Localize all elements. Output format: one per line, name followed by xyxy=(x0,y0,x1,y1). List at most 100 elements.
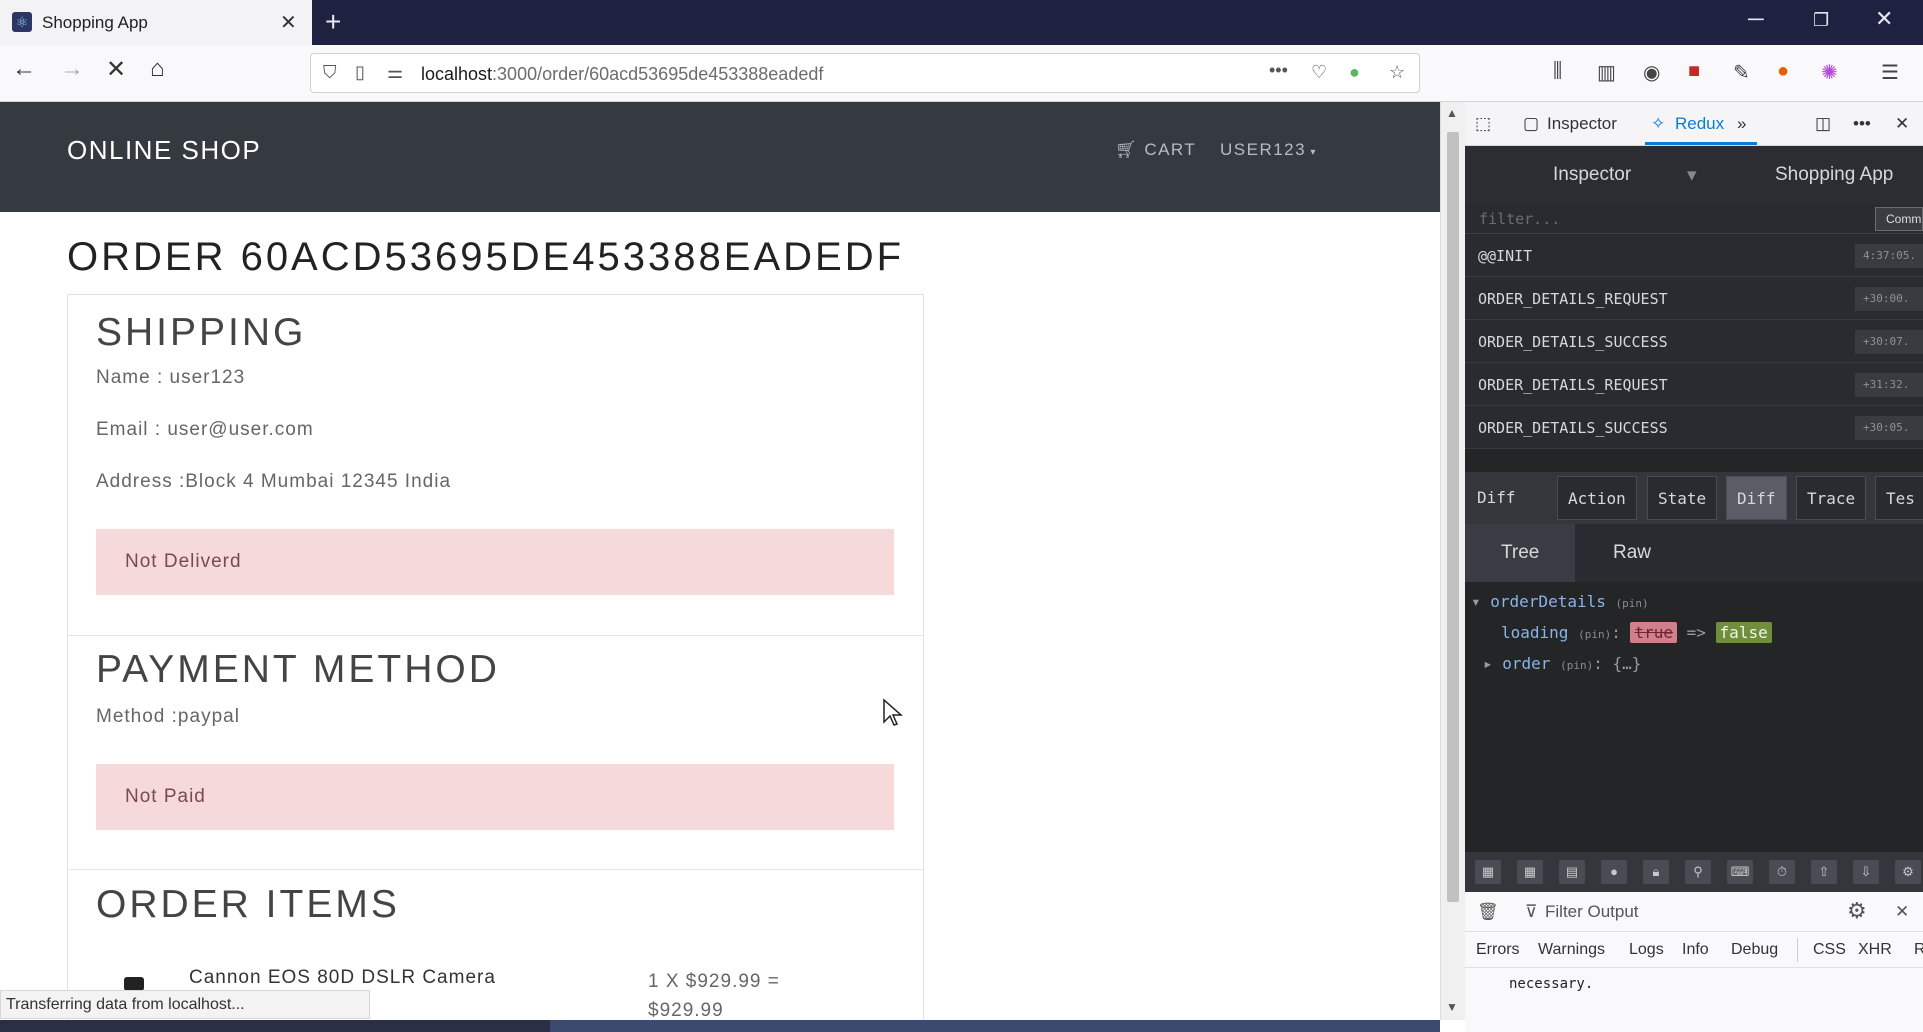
page-actions-icon[interactable]: ••• xyxy=(1269,60,1288,81)
filter-warnings[interactable]: Warnings xyxy=(1535,941,1608,959)
restore-window-icon[interactable]: ❐ xyxy=(1813,10,1829,31)
url-bar[interactable]: ⛉ ▯ ⚌ localhost:3000/order/60acd53695de4… xyxy=(310,53,1420,93)
trash-icon[interactable]: 🗑︎ xyxy=(1477,902,1499,922)
tab-state[interactable]: State xyxy=(1647,476,1718,520)
action-list-item[interactable]: ORDER_DETAILS_REQUEST +31:32. xyxy=(1465,363,1923,406)
record-icon[interactable]: ● xyxy=(1601,860,1627,884)
lock-icon[interactable]: 🔒︎ xyxy=(1643,860,1669,884)
page-info-icon[interactable]: ▯ xyxy=(355,62,365,83)
devtools-toolbar: ⬚ ▢ Inspector ✧ Redux » ◫ ••• ✕ xyxy=(1465,102,1923,146)
extension-orange-icon[interactable]: ● xyxy=(1777,60,1789,83)
sidebar-icon[interactable]: ▥ xyxy=(1597,60,1616,85)
action-list-item[interactable]: ORDER_DETAILS_SUCCESS +30:05. xyxy=(1465,406,1923,449)
bookmark-star-icon[interactable]: ☆ xyxy=(1389,62,1405,83)
tab-test[interactable]: Tes xyxy=(1875,476,1923,520)
scroll-up-icon[interactable]: ▲ xyxy=(1446,106,1458,120)
close-tab-button[interactable]: ✕ xyxy=(280,10,297,35)
minimize-window-icon[interactable]: ─ xyxy=(1748,6,1764,32)
remote-icon[interactable]: ⚙ xyxy=(1895,860,1921,884)
site-header: ONLINE SHOP 🛒︎ CART USER123 ▾ xyxy=(0,102,1440,212)
library-icon[interactable]: ⫼ xyxy=(1553,60,1562,83)
extension-icon[interactable]: ● xyxy=(1349,62,1360,83)
pick-element-icon[interactable]: ⬚ xyxy=(1475,114,1491,134)
filter-xhr[interactable]: XHR xyxy=(1855,941,1895,959)
back-arrow-icon[interactable]: ← xyxy=(12,55,36,83)
delivery-status-alert: Not Deliverd xyxy=(96,529,894,595)
browser-titlebar: ⚛ Shopping App ✕ + ─ ❐ ✕ xyxy=(0,0,1923,45)
filter-requests[interactable]: R xyxy=(1911,941,1923,959)
cart-link[interactable]: 🛒︎ CART xyxy=(1115,140,1196,160)
view-tab-tree[interactable]: Tree xyxy=(1465,524,1576,582)
action-list-item[interactable]: @@INIT 4:37:05. xyxy=(1465,234,1923,277)
filter-errors[interactable]: Errors xyxy=(1473,941,1523,959)
action-list-item[interactable]: ORDER_DETAILS_REQUEST +30:00. xyxy=(1465,277,1923,320)
stop-loading-icon[interactable]: ✕ xyxy=(106,55,126,84)
console-filter-input[interactable]: Filter Output xyxy=(1545,902,1639,922)
action-filter-input[interactable]: filter... xyxy=(1479,210,1560,228)
timer-icon[interactable]: ⏱ xyxy=(1769,860,1795,884)
commit-button[interactable]: Comm xyxy=(1875,207,1923,231)
shield-icon[interactable]: ⛉ xyxy=(323,62,337,83)
more-tabs-icon[interactable]: » xyxy=(1737,114,1746,134)
eyedropper-icon[interactable]: ✎ xyxy=(1733,60,1750,85)
monitor-select[interactable]: Inspector xyxy=(1553,164,1631,186)
action-list-item[interactable]: ORDER_DETAILS_SUCCESS +30:07. xyxy=(1465,320,1923,363)
right-monitor-icon[interactable]: ▦ xyxy=(1517,860,1543,884)
page-scrollbar[interactable]: ▲ ▼ xyxy=(1440,102,1465,1020)
bottom-monitor-icon[interactable]: ▤ xyxy=(1559,860,1585,884)
brand-link[interactable]: ONLINE SHOP xyxy=(67,135,261,166)
close-window-icon[interactable]: ✕ xyxy=(1875,6,1893,32)
home-icon[interactable]: ⌂ xyxy=(150,55,165,83)
pocket-icon[interactable]: ♡ xyxy=(1311,62,1327,83)
filter-icon: ⊽ xyxy=(1525,902,1538,921)
active-tab-underline xyxy=(1645,142,1757,145)
close-console-icon[interactable]: ✕ xyxy=(1895,902,1909,922)
order-item-name[interactable]: Cannon EOS 80D DSLR Camera xyxy=(189,967,496,989)
upload-icon[interactable]: ⇧ xyxy=(1811,860,1837,884)
color-wheel-icon[interactable]: ✺ xyxy=(1821,60,1838,85)
account-icon[interactable]: ◉ xyxy=(1643,60,1660,85)
instance-select[interactable]: Shopping App xyxy=(1775,164,1893,186)
tree-node-order[interactable]: ▸ order (pin): {…} xyxy=(1483,654,1641,673)
console-toolbar: 🗑︎ ⊽ Filter Output ⚙ ✕ xyxy=(1465,892,1923,932)
view-tab-raw[interactable]: Raw xyxy=(1577,524,1687,582)
collapse-triangle-icon[interactable]: ▸ xyxy=(1483,654,1502,673)
devtools-tab-inspector[interactable]: Inspector xyxy=(1547,114,1617,134)
filter-info[interactable]: Info xyxy=(1679,941,1712,959)
download-icon[interactable]: ⇩ xyxy=(1853,860,1879,884)
browser-tab-shopping-app[interactable]: ⚛ Shopping App ✕ xyxy=(0,0,312,45)
menu-icon[interactable]: ☰ xyxy=(1881,60,1899,85)
gear-icon[interactable]: ⚙ xyxy=(1847,898,1867,924)
new-tab-button[interactable]: + xyxy=(325,6,341,38)
left-monitor-icon[interactable]: ▦ xyxy=(1475,860,1501,884)
redux-icon[interactable]: ✧ xyxy=(1651,114,1665,134)
close-devtools-icon[interactable]: ✕ xyxy=(1895,114,1909,134)
filter-logs[interactable]: Logs xyxy=(1626,941,1667,959)
pin-icon[interactable]: ⚲ xyxy=(1685,860,1711,884)
dock-icon[interactable]: ◫ xyxy=(1815,114,1831,134)
payment-status-alert: Not Paid xyxy=(96,764,894,830)
tree-node-order-details[interactable]: ▾ orderDetails (pin) xyxy=(1471,592,1649,611)
action-name: @@INIT xyxy=(1478,247,1533,265)
extension-red-icon[interactable]: ■ xyxy=(1688,60,1700,83)
tab-action[interactable]: Action xyxy=(1557,476,1637,520)
inspector-icon[interactable]: ▢ xyxy=(1523,114,1539,134)
filter-debug[interactable]: Debug xyxy=(1728,941,1781,959)
keyboard-icon[interactable]: ⌨ xyxy=(1727,860,1753,884)
tab-diff[interactable]: Diff xyxy=(1726,476,1787,520)
scroll-down-icon[interactable]: ▼ xyxy=(1446,1000,1458,1014)
order-items-heading: ORDER ITEMS xyxy=(96,883,400,926)
forward-arrow-icon[interactable]: → xyxy=(60,55,84,83)
filter-css[interactable]: CSS xyxy=(1810,941,1849,959)
expand-triangle-icon[interactable]: ▾ xyxy=(1471,592,1490,611)
permissions-icon[interactable]: ⚌ xyxy=(387,62,403,83)
url-text[interactable]: localhost:3000/order/60acd53695de453388e… xyxy=(421,64,823,85)
chevron-down-icon[interactable]: ▾ xyxy=(1687,164,1697,187)
tab-trace[interactable]: Trace xyxy=(1796,476,1867,520)
user-dropdown[interactable]: USER123 ▾ xyxy=(1220,140,1317,160)
devtools-tab-redux[interactable]: Redux xyxy=(1675,114,1724,134)
scrollbar-thumb[interactable] xyxy=(1447,132,1459,902)
taskbar-strip xyxy=(0,1020,1440,1032)
payment-heading: PAYMENT METHOD xyxy=(96,648,500,691)
devtools-options-icon[interactable]: ••• xyxy=(1853,114,1871,134)
